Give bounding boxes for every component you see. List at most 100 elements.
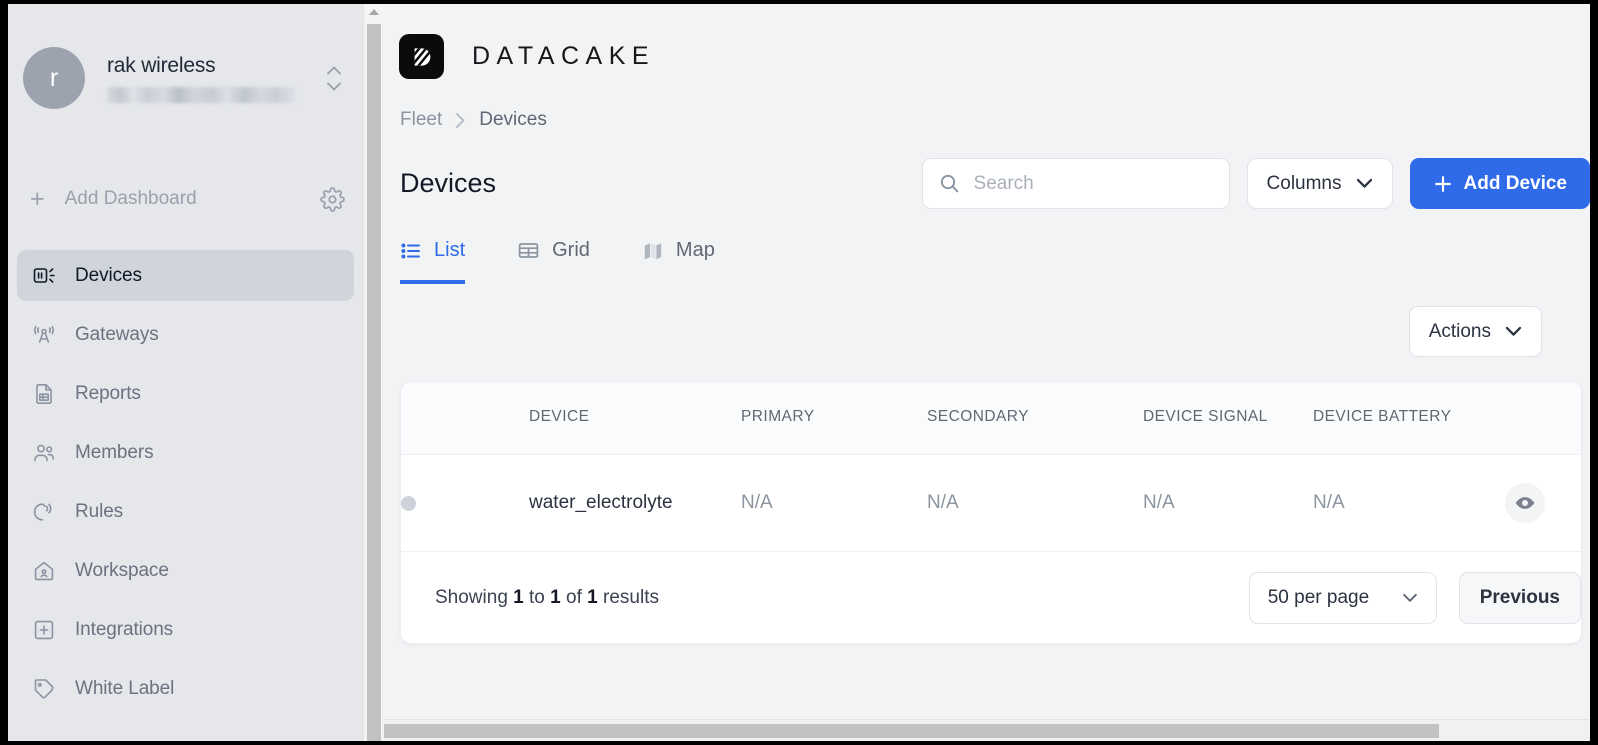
sidebar-item-reports[interactable]: Reports <box>17 368 354 419</box>
row-status-cell <box>401 454 529 552</box>
devices-table: DEVICE PRIMARY SECONDARY DEVICE SIGNAL D… <box>401 382 1581 552</box>
column-header-primary[interactable]: PRIMARY <box>741 382 927 455</box>
columns-button-label: Columns <box>1266 172 1342 194</box>
add-dashboard-label: Add Dashboard <box>64 188 197 209</box>
chevron-down-icon <box>1356 178 1373 189</box>
breadcrumb: Fleet Devices <box>384 79 1590 131</box>
org-text: rak wireless <box>107 54 323 103</box>
column-header-status[interactable] <box>401 382 529 455</box>
per-page-select[interactable]: 50 per page <box>1248 571 1437 624</box>
column-header-device-signal[interactable]: DEVICE SIGNAL <box>1143 382 1313 455</box>
previous-page-label: Previous <box>1479 586 1560 608</box>
search-placeholder: Search <box>973 172 1034 194</box>
showing-suffix: results <box>603 586 659 608</box>
tag-icon <box>31 676 57 702</box>
column-header-view <box>1505 382 1581 455</box>
tab-grid[interactable]: Grid <box>517 239 590 284</box>
breadcrumb-devices[interactable]: Devices <box>479 109 547 131</box>
header-tools: Search Columns Add Device <box>921 158 1590 209</box>
search-input[interactable]: Search <box>921 158 1230 209</box>
org-name: rak wireless <box>107 53 216 77</box>
chevron-right-icon <box>455 112 466 129</box>
sidebar-item-integrations[interactable]: Integrations <box>17 604 354 655</box>
showing-from: 1 <box>513 586 524 608</box>
actions-row: Actions <box>384 284 1590 357</box>
scrollbar-thumb[interactable] <box>384 724 1439 738</box>
page-header: Devices Search Columns Add Device <box>384 131 1590 211</box>
sidebar-item-devices[interactable]: Devices <box>17 250 354 301</box>
view-tabs: List Grid Map <box>384 211 1590 284</box>
column-header-secondary[interactable]: SECONDARY <box>927 382 1143 455</box>
add-dashboard-row[interactable]: + Add Dashboard <box>8 176 363 222</box>
rules-icon <box>31 499 57 525</box>
row-secondary: N/A <box>927 454 1143 552</box>
sidebar-item-workspace[interactable]: Workspace <box>17 545 354 596</box>
sidebar-item-label: Devices <box>75 264 142 286</box>
map-icon <box>642 240 664 262</box>
add-device-label: Add Device <box>1463 172 1567 194</box>
tab-map-label: Map <box>675 239 715 261</box>
row-view-cell <box>1505 454 1581 552</box>
gear-icon[interactable] <box>320 186 345 212</box>
table-header-row: DEVICE PRIMARY SECONDARY DEVICE SIGNAL D… <box>401 382 1581 455</box>
per-page-value: 50 per page <box>1267 586 1370 608</box>
app-window: r rak wireless + Add Dashboard Devices G… <box>8 4 1590 741</box>
table-row[interactable]: water_electrolyte N/A N/A N/A N/A <box>401 454 1581 552</box>
members-icon <box>31 440 57 466</box>
breadcrumb-fleet[interactable]: Fleet <box>400 109 442 131</box>
main-horizontal-scrollbar[interactable] <box>384 719 1590 741</box>
sidebar-item-label: Gateways <box>75 323 159 345</box>
tab-list-label: List <box>434 239 466 261</box>
sidebar-nav: Devices Gateways Reports Members Rules W… <box>8 250 363 714</box>
status-dot-icon <box>401 495 416 511</box>
scroll-up-arrow-icon[interactable] <box>368 9 379 15</box>
sidebar-item-gateways[interactable]: Gateways <box>17 309 354 360</box>
main-content: DATACAKE Fleet Devices Devices Search Co… <box>384 4 1590 741</box>
sidebar-item-label: Members <box>75 441 154 463</box>
eye-icon[interactable] <box>1505 483 1545 524</box>
avatar-initial: r <box>49 63 59 92</box>
gateway-icon <box>31 322 57 348</box>
sidebar-item-white-label[interactable]: White Label <box>17 663 354 714</box>
table-body: water_electrolyte N/A N/A N/A N/A <box>401 454 1581 552</box>
showing-prefix: Showing <box>435 586 508 608</box>
datacake-logo-icon <box>399 34 444 79</box>
tab-list[interactable]: List <box>400 239 466 284</box>
workspace-icon <box>31 558 57 584</box>
devices-icon <box>31 263 57 289</box>
row-primary: N/A <box>741 454 927 552</box>
plus-icon: + <box>30 184 45 213</box>
org-switcher[interactable]: r rak wireless <box>8 4 363 124</box>
columns-button[interactable]: Columns <box>1246 158 1393 209</box>
chevron-up-down-icon[interactable] <box>323 66 345 91</box>
add-device-button[interactable]: Add Device <box>1409 158 1590 209</box>
sidebar-item-members[interactable]: Members <box>17 427 354 478</box>
page-title: Devices <box>400 168 497 198</box>
sidebar-item-label: Reports <box>75 382 141 404</box>
results-summary: Showing 1 to 1 of 1 results <box>435 587 659 609</box>
tab-grid-label: Grid <box>552 239 590 261</box>
sidebar-vertical-scrollbar[interactable] <box>363 4 383 741</box>
tab-map[interactable]: Map <box>642 239 715 284</box>
row-device-battery: N/A <box>1313 454 1505 552</box>
actions-button[interactable]: Actions <box>1408 306 1542 357</box>
brand-header: DATACAKE <box>384 4 1590 79</box>
chevron-down-icon <box>1505 326 1522 337</box>
chevron-down-icon <box>1402 593 1418 603</box>
table-header: DEVICE PRIMARY SECONDARY DEVICE SIGNAL D… <box>401 382 1581 455</box>
sidebar-item-label: Workspace <box>75 559 169 581</box>
previous-page-button[interactable]: Previous <box>1458 571 1581 624</box>
scrollbar-thumb[interactable] <box>367 24 381 741</box>
report-icon <box>31 381 57 407</box>
devices-table-card: DEVICE PRIMARY SECONDARY DEVICE SIGNAL D… <box>400 381 1582 645</box>
plus-icon <box>1433 174 1453 194</box>
showing-mid: to <box>529 586 545 608</box>
sidebar-item-label: White Label <box>75 677 175 699</box>
sidebar-item-rules[interactable]: Rules <box>17 486 354 537</box>
column-header-device[interactable]: DEVICE <box>529 382 741 455</box>
column-header-device-battery[interactable]: DEVICE BATTERY <box>1313 382 1505 455</box>
showing-of: of <box>566 586 582 608</box>
row-device-name[interactable]: water_electrolyte <box>529 454 741 552</box>
org-email-redacted <box>107 86 295 103</box>
showing-to: 1 <box>550 586 561 608</box>
